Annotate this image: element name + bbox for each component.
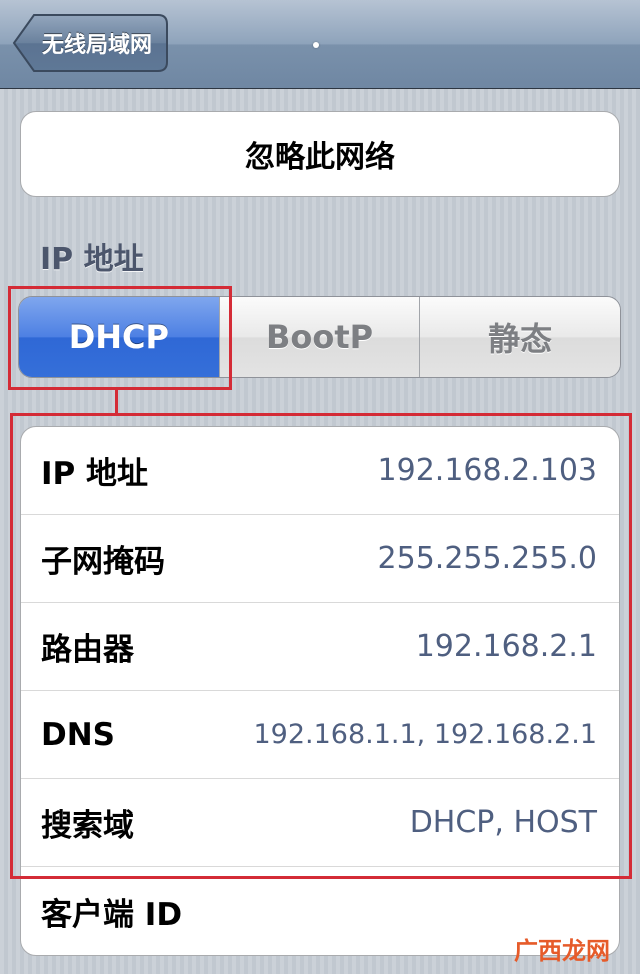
- row-label: 客户端 ID: [41, 896, 183, 933]
- segment-bootp[interactable]: BootP: [218, 297, 420, 377]
- segment-dhcp[interactable]: DHCP: [19, 297, 219, 377]
- row-value: 192.168.2.103: [377, 453, 597, 488]
- table-row: 子网掩码 255.255.255.0: [21, 515, 619, 603]
- table-row: 路由器 192.168.2.1: [21, 603, 619, 691]
- row-value: 192.168.1.1, 192.168.2.1: [253, 719, 597, 750]
- back-button-label: 无线局域网: [41, 33, 152, 58]
- title-dot: [313, 42, 319, 48]
- row-label: 路由器: [41, 632, 134, 668]
- row-label: DNS: [41, 716, 116, 753]
- row-value: 192.168.2.1: [415, 629, 597, 664]
- ip-mode-segmented-control: DHCP BootP 静态: [18, 296, 621, 378]
- ip-address-section-header: IP 地址: [40, 242, 144, 277]
- row-label: 搜索域: [41, 808, 134, 844]
- navigation-bar: 无线局域网: [0, 0, 640, 89]
- row-label: IP 地址: [41, 456, 149, 492]
- segment-static[interactable]: 静态: [419, 297, 620, 377]
- highlight-connector: [115, 389, 118, 414]
- back-button[interactable]: 无线局域网: [12, 14, 168, 72]
- watermark: 广西龙网: [514, 937, 610, 965]
- ip-info-table: IP 地址 192.168.2.103 子网掩码 255.255.255.0 路…: [20, 426, 620, 956]
- table-row: DNS 192.168.1.1, 192.168.2.1: [21, 691, 619, 779]
- table-row: IP 地址 192.168.2.103: [21, 427, 619, 515]
- row-value: 255.255.255.0: [377, 541, 597, 576]
- forget-network-button[interactable]: 忽略此网络: [20, 111, 620, 197]
- table-row: 搜索域 DHCP, HOST: [21, 779, 619, 867]
- row-label: 子网掩码: [41, 544, 165, 580]
- row-value: DHCP, HOST: [409, 805, 597, 840]
